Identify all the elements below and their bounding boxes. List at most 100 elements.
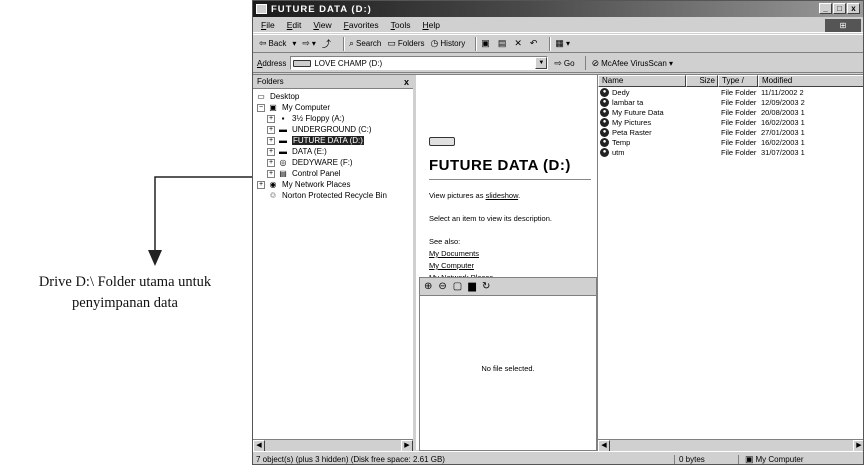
item-modified: 11/11/2002 2 <box>761 87 804 97</box>
move-to-icon: ▣ <box>481 38 490 48</box>
menu-tools[interactable]: Tools <box>391 20 411 30</box>
menu-file[interactable]: File <box>261 20 275 30</box>
window-icon <box>256 4 267 14</box>
collapse-icon[interactable]: − <box>257 103 265 112</box>
menu-bar: File Edit View Favorites Tools Help ⊞ <box>253 18 863 33</box>
back-arrow-icon: ⇦ <box>259 38 267 48</box>
tree-label: DEDYWARE (F:) <box>292 158 353 167</box>
title-bar[interactable]: FUTURE DATA (D:) _ □ x <box>253 1 863 17</box>
expand-icon[interactable]: + <box>267 147 275 156</box>
folder-icon: ● <box>600 97 609 107</box>
toolbar-separator <box>475 36 478 51</box>
list-item[interactable]: ● My Future Data File Folder 20/08/2003 1 <box>598 107 863 117</box>
expand-icon[interactable]: + <box>267 169 275 178</box>
tree-item-my-computer[interactable]: − ▣ My Computer <box>253 102 413 113</box>
column-header-type[interactable]: Type / <box>718 75 758 87</box>
history-button[interactable]: ◷ History <box>431 38 466 49</box>
tree-item-floppy[interactable]: + ▪ 3½ Floppy (A:) <box>253 113 413 124</box>
maximize-button[interactable]: □ <box>833 3 846 14</box>
drive-icon <box>293 59 312 67</box>
copy-to-button[interactable]: ▤ <box>498 38 509 49</box>
control-panel-icon: ▤ <box>279 169 287 178</box>
no-file-selected-text: No file selected. <box>481 364 535 373</box>
menu-help[interactable]: Help <box>422 20 439 30</box>
folders-pane-close-button[interactable]: x <box>404 77 409 87</box>
folders-label: Folders <box>397 39 425 48</box>
folder-icon: ● <box>600 127 609 137</box>
tree-label: Norton Protected Recycle Bin <box>282 191 387 200</box>
tree-item-drive-d[interactable]: + ▬ FUTURE DATA (D:) <box>253 135 413 146</box>
forward-button[interactable]: ⇨ ▾ <box>302 38 316 49</box>
list-item[interactable]: ● Peta Raster File Folder 27/01/2003 1 <box>598 127 863 137</box>
column-header-modified[interactable]: Modified <box>758 75 863 87</box>
folder-icon: ● <box>600 107 609 117</box>
list-item[interactable]: ● utm File Folder 31/07/2003 1 <box>598 147 863 157</box>
folders-pane-title: Folders <box>257 77 284 86</box>
up-folder-button[interactable]: ⤴ <box>322 37 333 50</box>
list-item[interactable]: ● Dedy File Folder 11/11/2002 2 <box>598 87 863 97</box>
search-button[interactable]: ⌕ Search <box>349 38 381 49</box>
tree-item-network-places[interactable]: + ◉ My Network Places <box>253 179 413 190</box>
tree-item-recycle-bin[interactable]: ♲ Norton Protected Recycle Bin <box>253 190 413 201</box>
zoom-out-icon[interactable]: ⊖ <box>438 281 446 292</box>
link-my-computer[interactable]: My Computer <box>429 260 493 272</box>
webview-info-pane: FUTURE DATA (D:) View pictures as slides… <box>419 75 597 451</box>
up-folder-icon: ⤴ <box>321 39 331 49</box>
menu-edit[interactable]: Edit <box>287 20 302 30</box>
delete-button[interactable]: ✕ <box>514 38 524 49</box>
print-icon[interactable]: ▆ <box>468 281 476 292</box>
folders-button[interactable]: ▭ Folders <box>387 38 424 49</box>
back-dropdown-button[interactable]: ▾ <box>292 39 296 48</box>
tree-item-drive-c[interactable]: + ▬ UNDERGROUND (C:) <box>253 124 413 135</box>
slideshow-link[interactable]: slideshow <box>486 191 519 200</box>
item-type: File Folder <box>721 107 757 117</box>
back-button[interactable]: ⇦ Back <box>259 38 286 49</box>
select-item-text: Select an item to view its description. <box>429 214 552 223</box>
tree-item-drive-e[interactable]: + ▬ DATA (E:) <box>253 146 413 157</box>
back-label: Back <box>268 39 287 48</box>
folders-horizontal-scrollbar[interactable]: ◀ ▶ <box>253 439 413 452</box>
address-dropdown-button[interactable]: ▼ <box>535 57 548 69</box>
expand-icon[interactable]: + <box>257 180 265 189</box>
status-zone-text: My Computer <box>755 454 804 464</box>
expand-icon[interactable]: + <box>267 158 275 167</box>
tree-item-control-panel[interactable]: + ▤ Control Panel <box>253 168 413 179</box>
mcafee-button[interactable]: ⊘ McAfee VirusScan ▾ <box>584 56 673 70</box>
list-item[interactable]: ● Temp File Folder 16/02/2003 1 <box>598 137 863 147</box>
undo-button[interactable]: ↶ <box>530 38 540 49</box>
tree-item-drive-f[interactable]: + ◎ DEDYWARE (F:) <box>253 157 413 168</box>
move-to-button[interactable]: ▣ <box>481 38 492 49</box>
folders-pane: Folders x ▭ Desktop − ▣ My Computer + ▪ … <box>253 75 416 452</box>
expand-icon[interactable]: + <box>267 114 275 123</box>
column-header-name[interactable]: Name <box>598 75 686 87</box>
link-my-documents[interactable]: My Documents <box>429 248 493 260</box>
fit-window-icon[interactable]: ▢ <box>453 281 462 292</box>
list-item[interactable]: ● lambar ta File Folder 12/09/2003 2 <box>598 97 863 107</box>
list-item[interactable]: ● My Pictures File Folder 16/02/2003 1 <box>598 117 863 127</box>
tree-label: My Computer <box>282 103 331 112</box>
tree-label: Desktop <box>270 92 300 101</box>
status-bar: 7 object(s) (plus 3 hidden) (Disk free s… <box>253 451 863 464</box>
zoom-in-icon[interactable]: ⊕ <box>424 281 432 292</box>
expand-icon[interactable]: + <box>267 136 275 145</box>
views-button[interactable]: ▦ ▾ <box>555 38 570 49</box>
floppy-icon: ▪ <box>281 114 285 123</box>
computer-icon: ▣ <box>745 453 754 464</box>
address-input[interactable]: LOVE CHAMP (D:) ▼ <box>290 56 549 70</box>
close-button[interactable]: x <box>847 3 860 14</box>
menu-favorites[interactable]: Favorites <box>344 20 379 30</box>
go-arrow-icon: ⇨ <box>554 57 562 68</box>
list-horizontal-scrollbar[interactable]: ◀ ▶ <box>598 439 863 452</box>
column-header-size[interactable]: Size <box>686 75 718 87</box>
drive-icon: ▬ <box>279 147 287 156</box>
minimize-button[interactable]: _ <box>819 3 832 14</box>
go-label: Go <box>563 58 575 68</box>
rotate-icon[interactable]: ↻ <box>482 281 490 292</box>
menu-view[interactable]: View <box>313 20 331 30</box>
history-label: History <box>440 39 466 48</box>
item-modified: 16/02/2003 1 <box>761 137 805 147</box>
go-button[interactable]: ⇨ Go <box>554 58 574 69</box>
column-header-type-label: Type <box>722 76 740 85</box>
tree-item-desktop[interactable]: ▭ Desktop <box>253 91 413 102</box>
expand-icon[interactable]: + <box>267 125 275 134</box>
